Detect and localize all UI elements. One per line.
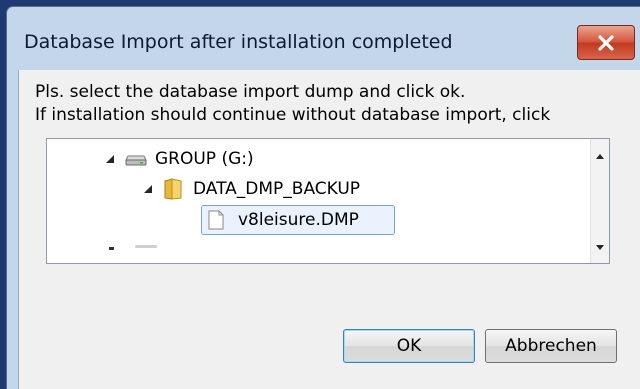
drive-label: GROUP (G:) bbox=[155, 149, 254, 169]
drive-icon bbox=[125, 155, 147, 166]
window-title: Database Import after installation compl… bbox=[24, 31, 453, 53]
tree-item-drive[interactable]: GROUP (G:) bbox=[103, 145, 254, 173]
message-line-2: If installation should continue without … bbox=[35, 105, 551, 125]
scroll-down-icon[interactable] bbox=[591, 239, 609, 255]
expanded-triangle-icon[interactable] bbox=[141, 182, 155, 196]
folder-label: DATA_DMP_BACKUP bbox=[193, 179, 361, 199]
message-line-1: Pls. select the database import dump and… bbox=[35, 82, 466, 102]
expanded-triangle-icon[interactable] bbox=[103, 152, 117, 166]
tree-item-folder[interactable]: DATA_DMP_BACKUP bbox=[141, 175, 360, 203]
ok-button[interactable]: OK bbox=[343, 329, 475, 363]
close-x-icon bbox=[598, 34, 614, 51]
tree-item-file[interactable]: v8leisure.DMP bbox=[201, 205, 395, 235]
file-label: v8leisure.DMP bbox=[238, 210, 359, 230]
folder-tree[interactable]: GROUP (G:) DATA_DMP_BACKUP v8leisure.DMP bbox=[46, 138, 610, 264]
tree-scrollbar[interactable] bbox=[590, 139, 609, 263]
dialog-content: Pls. select the database import dump and… bbox=[18, 70, 640, 389]
close-button[interactable] bbox=[577, 25, 635, 60]
cancel-button[interactable]: Abbrechen bbox=[485, 329, 617, 363]
scroll-up-icon[interactable] bbox=[591, 149, 609, 165]
partial-tree-item-icon bbox=[135, 245, 157, 248]
partial-tree-item bbox=[109, 247, 114, 250]
file-icon bbox=[208, 210, 224, 230]
folder-icon bbox=[164, 178, 182, 200]
